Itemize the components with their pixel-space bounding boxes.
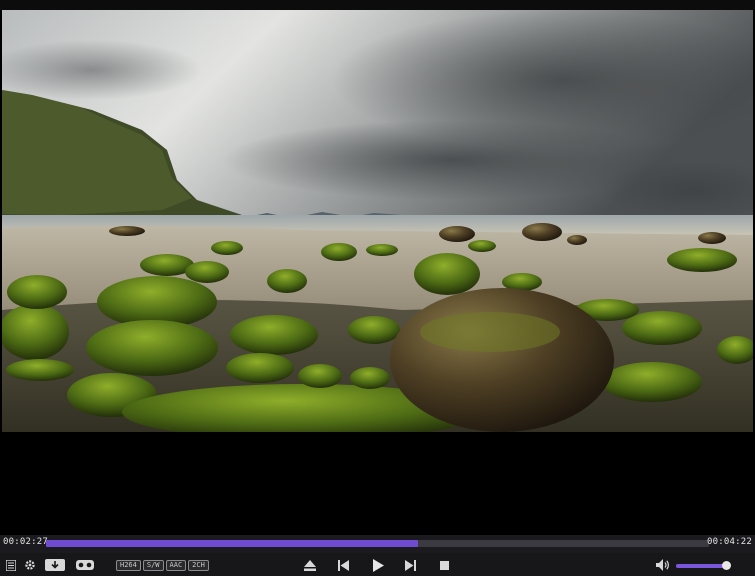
seek-progress-fill bbox=[46, 540, 418, 547]
window-top-edge bbox=[0, 0, 755, 10]
menu-icon[interactable] bbox=[3, 557, 19, 573]
video-frame[interactable] bbox=[2, 10, 753, 432]
letterbox-area bbox=[0, 432, 755, 535]
duration-time: 00:04:22 bbox=[707, 537, 752, 547]
volume-slider[interactable] bbox=[676, 561, 732, 570]
volume-knob[interactable] bbox=[722, 561, 732, 570]
seek-track[interactable] bbox=[46, 540, 709, 547]
play-icon[interactable] bbox=[370, 557, 386, 573]
codec-badges: H264 S/W AAC 2CH bbox=[116, 560, 209, 571]
speaker-icon[interactable] bbox=[655, 557, 671, 573]
vr-headset-icon[interactable] bbox=[75, 557, 95, 573]
current-time: 00:02:27 bbox=[3, 537, 48, 547]
eject-icon[interactable] bbox=[302, 557, 318, 573]
seek-bar-row: 00:02:27 00:04:22 bbox=[0, 535, 755, 553]
stop-icon[interactable] bbox=[436, 557, 452, 573]
badge-audio-codec: AAC bbox=[165, 560, 187, 571]
gear-icon[interactable] bbox=[22, 557, 38, 573]
badge-decoder: S/W bbox=[142, 560, 164, 571]
download-icon[interactable] bbox=[44, 557, 66, 573]
volume-level-fill bbox=[676, 564, 727, 568]
video-image bbox=[2, 10, 753, 432]
badge-video-codec: H264 bbox=[116, 560, 141, 571]
badge-channels: 2CH bbox=[188, 560, 209, 571]
previous-icon[interactable] bbox=[335, 557, 351, 573]
next-icon[interactable] bbox=[402, 557, 418, 573]
control-bar: H264 S/W AAC 2CH bbox=[0, 553, 755, 576]
